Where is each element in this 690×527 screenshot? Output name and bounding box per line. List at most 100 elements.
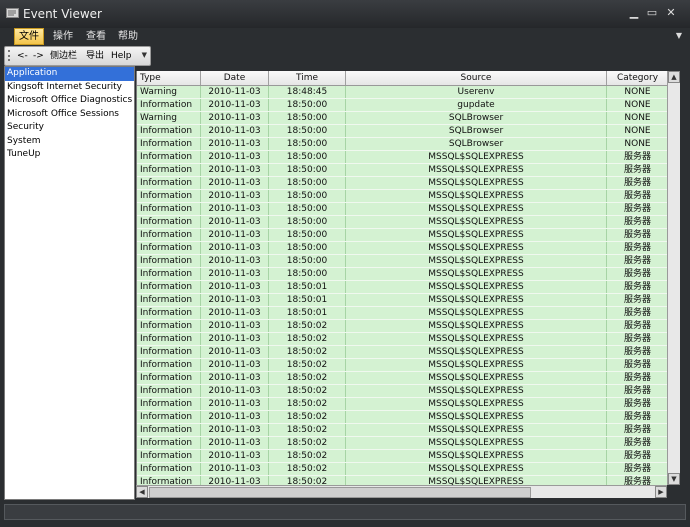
cell-source: gupdate (346, 99, 607, 111)
table-row[interactable]: Information 2010-11-03 18:50:00 gupdate NONE… (137, 99, 668, 112)
toolbar-grip-icon[interactable] (8, 50, 12, 61)
cell-category: 服务器 (607, 385, 668, 397)
maximize-button[interactable]: ▭ (645, 6, 659, 20)
horizontal-scrollbar[interactable]: ◀ ▶ (136, 485, 667, 498)
cell-category: 服务器 (607, 216, 668, 228)
cell-date: 2010-11-03 (201, 346, 269, 358)
sidebar-toggle-button[interactable]: 侧边栏 (50, 49, 77, 63)
scroll-up-icon[interactable]: ▲ (668, 71, 680, 83)
cell-type: Information (137, 229, 201, 241)
back-button[interactable]: <- (17, 49, 28, 63)
cell-source: MSSQL$SQLEXPRESS (346, 424, 607, 436)
help-button[interactable]: Help (111, 49, 132, 63)
sidebar-item-office-sessions[interactable]: Microsoft Office Sessions (5, 108, 134, 122)
title-bar: Event Viewer ▁ ▭ ✕ (0, 0, 690, 28)
table-row[interactable]: Information 2010-11-03 18:50:02 MSSQL$SQLEX… (137, 411, 668, 424)
cell-type: Information (137, 359, 201, 371)
cell-time: 18:50:00 (269, 255, 346, 267)
menu-help[interactable]: 帮助 (114, 29, 142, 44)
horizontal-scroll-thumb[interactable] (149, 487, 531, 498)
table-row[interactable]: Information 2010-11-03 18:50:02 MSSQL$SQLEX… (137, 320, 668, 333)
cell-date: 2010-11-03 (201, 359, 269, 371)
cell-source: MSSQL$SQLEXPRESS (346, 372, 607, 384)
close-button[interactable]: ✕ (664, 6, 678, 20)
cell-source: MSSQL$SQLEXPRESS (346, 294, 607, 306)
table-row[interactable]: Information 2010-11-03 18:50:02 MSSQL$SQLEX… (137, 385, 668, 398)
table-row[interactable]: Warning2010-11-0318:50:00SQLBrowserNONE3… (137, 112, 668, 125)
cell-time: 18:50:00 (269, 125, 346, 137)
sidebar-item-system[interactable]: System (5, 135, 134, 149)
table-row[interactable]: Information 2010-11-03 18:50:02 MSSQL$SQLEX… (137, 333, 668, 346)
cell-type: Information (137, 151, 201, 163)
event-table: TypeDateTimeSourceCategoryEventUserComp … (136, 71, 668, 485)
cell-time: 18:50:01 (269, 307, 346, 319)
cell-type: Information (137, 268, 201, 280)
vertical-scrollbar[interactable]: ▲ ▼ (667, 71, 680, 485)
menu-overflow-arrow-icon[interactable]: ▼ (676, 31, 682, 40)
sidebar-item-office-diagnostics[interactable]: Microsoft Office Diagnostics (5, 94, 134, 108)
cell-type: Information (137, 138, 201, 150)
table-row[interactable]: Information 2010-11-03 18:50:00 MSSQL$SQLEX… (137, 268, 668, 281)
table-row[interactable]: Information 2010-11-03 18:50:00 MSSQL$SQLEX… (137, 229, 668, 242)
table-row[interactable]: Information 2010-11-03 18:50:00 MSSQL$SQLEX… (137, 177, 668, 190)
cell-source: SQLBrowser (346, 112, 607, 124)
minimize-button[interactable]: ▁ (627, 6, 641, 20)
cell-category: 服务器 (607, 268, 668, 280)
table-row[interactable]: Information 2010-11-03 18:50:00 MSSQL$SQLEX… (137, 255, 668, 268)
column-header-date[interactable]: Date (201, 71, 269, 85)
menu-action[interactable]: 操作 (49, 29, 77, 44)
sidebar-item-security[interactable]: Security (5, 121, 134, 135)
sidebar-item-tuneup[interactable]: TuneUp (5, 148, 134, 162)
table-row[interactable]: Information 2010-11-03 18:50:01 MSSQL$SQLEX… (137, 281, 668, 294)
table-row[interactable]: Information 2010-11-03 18:50:00 SQLBrowser N… (137, 125, 668, 138)
table-row[interactable]: Information 2010-11-03 18:50:02 MSSQL$SQLEX… (137, 346, 668, 359)
cell-category: 服务器 (607, 229, 668, 241)
column-header-time[interactable]: Time (269, 71, 346, 85)
cell-category: 服务器 (607, 346, 668, 358)
cell-category: NONE (607, 138, 668, 150)
cell-time: 18:50:00 (269, 229, 346, 241)
table-row[interactable]: Information 2010-11-03 18:50:02 MSSQL$SQLEX… (137, 424, 668, 437)
cell-source: MSSQL$SQLEXPRESS (346, 320, 607, 332)
table-row[interactable]: Information 2010-11-03 18:50:02 MSSQL$SQLEX… (137, 359, 668, 372)
menu-file[interactable]: 文件 (14, 28, 44, 45)
cell-date: 2010-11-03 (201, 424, 269, 436)
table-row[interactable]: Information 2010-11-03 18:50:02 MSSQL$SQLEX… (137, 450, 668, 463)
cell-time: 18:50:02 (269, 411, 346, 423)
column-header-source[interactable]: Source (346, 71, 607, 85)
table-row[interactable]: Information 2010-11-03 18:50:00 MSSQL$SQLEX… (137, 242, 668, 255)
menu-view[interactable]: 查看 (82, 29, 110, 44)
table-row[interactable]: Information 2010-11-03 18:50:00 MSSQL$SQLEX… (137, 164, 668, 177)
table-row[interactable]: Information 2010-11-03 18:50:00 SQLBrowser N… (137, 138, 668, 151)
table-row[interactable]: Information 2010-11-03 18:50:02 MSSQL$SQLEX… (137, 372, 668, 385)
table-row[interactable]: Information 2010-11-03 18:50:02 MSSQL$SQLEX… (137, 437, 668, 450)
toolbar-overflow-arrow-icon[interactable]: ▼ (142, 51, 147, 59)
table-row[interactable]: Information 2010-11-03 18:50:00 MSSQL$SQLEX… (137, 203, 668, 216)
cell-date: 2010-11-03 (201, 177, 269, 189)
table-row[interactable]: Information 2010-11-03 18:50:00 MSSQL$SQLEX… (137, 216, 668, 229)
table-row[interactable]: Information 2010-11-03 18:50:00 MSSQL$SQLEX… (137, 190, 668, 203)
cell-category: 服务器 (607, 463, 668, 475)
cell-category: 服务器 (607, 164, 668, 176)
scroll-down-icon[interactable]: ▼ (668, 473, 680, 485)
table-row[interactable]: Information 2010-11-03 18:50:02 MSSQL$SQLEX… (137, 476, 668, 485)
cell-date: 2010-11-03 (201, 463, 269, 475)
forward-button[interactable]: -> (33, 49, 44, 63)
export-button[interactable]: 导出 (86, 49, 104, 63)
table-row[interactable]: Information 2010-11-03 18:50:02 MSSQL$SQLEX… (137, 398, 668, 411)
table-row[interactable]: Warning2010-11-0318:48:45UserenvNONE1073… (137, 86, 668, 99)
cell-date: 2010-11-03 (201, 281, 269, 293)
table-row[interactable]: Information 2010-11-03 18:50:01 MSSQL$SQLEX… (137, 294, 668, 307)
column-header-category[interactable]: Category (607, 71, 668, 85)
sidebar-item-kingsoft[interactable]: Kingsoft Internet Security (5, 81, 134, 95)
table-row[interactable]: Information 2010-11-03 18:50:02 MSSQL$SQLEX… (137, 463, 668, 476)
table-row[interactable]: Information 2010-11-03 18:50:01 MSSQL$SQLEX… (137, 307, 668, 320)
scroll-right-icon[interactable]: ▶ (655, 486, 667, 498)
scroll-left-icon[interactable]: ◀ (136, 486, 148, 498)
table-row[interactable]: Information 2010-11-03 18:50:00 MSSQL$SQLEX… (137, 151, 668, 164)
cell-source: MSSQL$SQLEXPRESS (346, 229, 607, 241)
sidebar-item-application[interactable]: Application (5, 67, 134, 81)
cell-time: 18:50:02 (269, 424, 346, 436)
column-header-type[interactable]: Type (137, 71, 201, 85)
cell-date: 2010-11-03 (201, 112, 269, 124)
